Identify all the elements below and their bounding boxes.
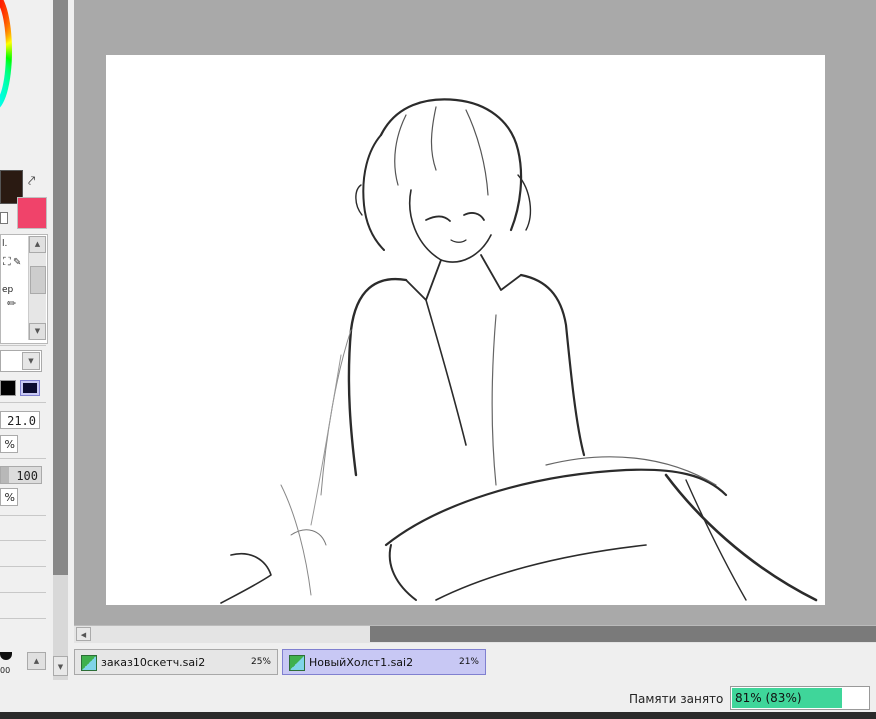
divider [0,402,46,403]
divider [0,540,46,541]
scroll-down-arrow-icon[interactable]: ▼ [53,656,68,676]
brush-texture-swatch[interactable] [20,380,40,396]
document-icon [289,655,305,671]
swap-colors-icon[interactable]: ⤤ [28,174,44,190]
scroll-up-arrow-icon[interactable]: ▲ [27,652,46,670]
brush-preview: 00 [0,652,14,678]
chevron-down-icon[interactable]: ▼ [22,352,40,370]
transparent-color-toggle[interactable] [0,212,8,224]
document-tab-name: заказ10скетч.sai2 [101,656,206,669]
color-wheel[interactable] [0,0,12,110]
eraser-icon[interactable]: ⛶ [3,255,11,269]
divider [0,566,46,567]
document-tab-active[interactable]: НовыйХолст1.sai2 21% [282,649,486,675]
density-pct-field[interactable]: % [0,488,18,506]
document-tab[interactable]: заказ10скетч.sai2 25% [74,649,278,675]
document-tab-bar: заказ10скетч.sai2 25% НовыйХолст1.sai2 2… [74,645,876,680]
scroll-left-arrow-icon[interactable]: ◀ [76,627,91,641]
scroll-thumb[interactable] [30,266,46,294]
memory-usage-bar: 81% (83%) [730,686,870,710]
brush-shape-swatch[interactable] [0,380,16,396]
memory-usage-value: 81% (83%) [735,691,802,705]
document-tab-zoom: 25% [250,657,271,667]
scroll-thumb[interactable] [370,626,876,642]
divider [0,592,46,593]
brush-preview-label: 00 [0,666,11,675]
blend-mode-dropdown[interactable]: ▼ [0,350,42,372]
drawing-canvas[interactable] [106,55,825,605]
sketch-artwork [220,98,818,604]
divider [0,515,46,516]
pencil-icon[interactable]: ✏ [7,297,16,310]
taskbar-edge [0,712,876,719]
tool-list-scrollbar[interactable]: ▲ ▼ [28,236,46,340]
canvas-horizontal-scrollbar[interactable]: ◀ [74,625,876,643]
brush-size-field[interactable]: 21.0 [0,411,40,429]
scroll-down-arrow-icon[interactable]: ▼ [29,323,46,340]
tool-label: l. [2,239,8,249]
tool-label: ep [2,285,14,295]
brush-dot-icon [0,652,12,660]
tool-panel: ⤤ l. ⛶ ✎ ep ✏ ▲ ▼ ▼ 21.0 % 100 % 00 ▲ [0,0,50,680]
document-icon [81,655,97,671]
divider [0,618,46,619]
divider [0,458,46,459]
divider [0,345,46,346]
memory-label: Памяти занято [629,692,724,706]
panel-vertical-scrollbar[interactable] [53,0,68,575]
water-tool-icon[interactable]: ✎ [13,257,21,268]
scroll-up-arrow-icon[interactable]: ▲ [29,236,46,253]
document-tab-zoom: 21% [458,657,479,667]
min-size-field[interactable]: % [0,435,18,453]
background-color-swatch[interactable] [17,197,47,229]
document-tab-name: НовыйХолст1.sai2 [309,656,414,669]
density-slider[interactable]: 100 [0,466,42,484]
